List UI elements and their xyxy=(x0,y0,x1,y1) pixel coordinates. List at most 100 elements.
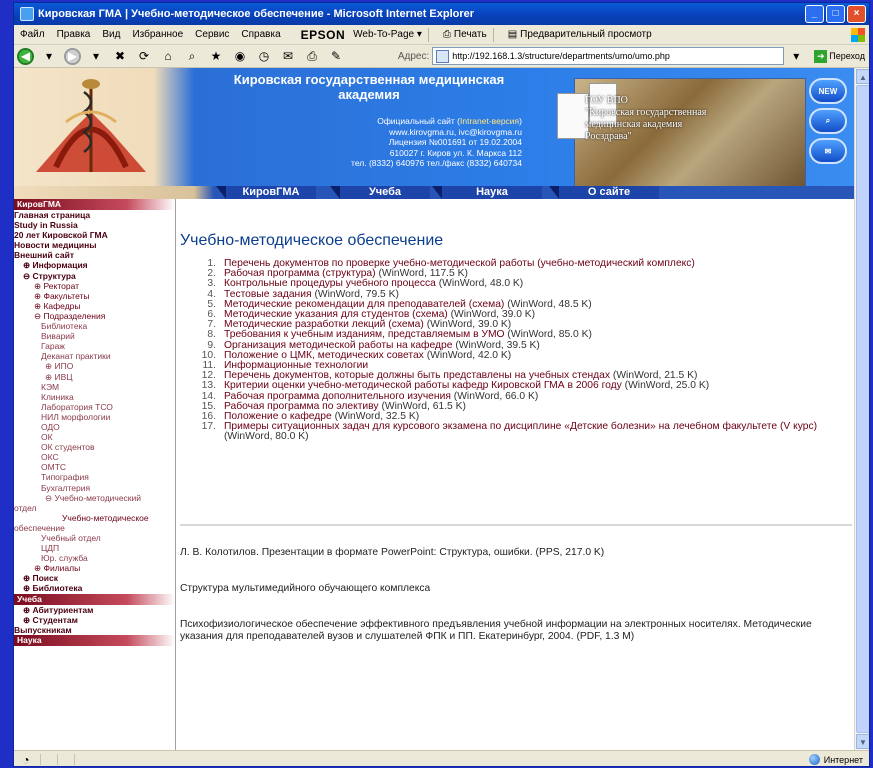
academy-logo-icon xyxy=(36,79,146,172)
menu-favorites[interactable]: Избранное xyxy=(132,29,183,40)
sidebar-item[interactable]: Библиотека xyxy=(14,321,175,331)
sidebar-item[interactable]: ОМТС xyxy=(14,462,175,472)
multimedia-structure-link[interactable]: Структура мультимедийного обучающего ком… xyxy=(180,583,854,595)
sidebar-item[interactable]: Study in Russia xyxy=(14,220,175,230)
scroll-up-icon[interactable]: ▲ xyxy=(856,69,869,84)
tab-study[interactable]: Учеба xyxy=(330,186,430,199)
page-icon xyxy=(436,49,450,63)
sidebar-item[interactable]: ⊕ ИВЦ xyxy=(14,372,175,382)
forward-button[interactable]: ▶ xyxy=(64,47,81,65)
sidebar-item[interactable]: КЭМ xyxy=(14,382,175,392)
sidebar-item[interactable]: Клиника xyxy=(14,392,175,402)
favorites-star-icon[interactable]: ★ xyxy=(207,47,225,65)
sidebar-item[interactable]: ⊖ Структура xyxy=(14,271,175,281)
history-icon[interactable]: ◷ xyxy=(255,47,273,65)
tab-kirovgma[interactable]: КировГМА xyxy=(216,186,316,199)
presentations-link[interactable]: Л. В. Колотилов. Презентации в формате P… xyxy=(180,547,854,559)
sidebar-item[interactable]: Виварий xyxy=(14,331,175,341)
back-dropdown-icon[interactable]: ▾ xyxy=(40,47,58,65)
sidebar-item[interactable]: ⊕ Поиск xyxy=(14,573,175,583)
tab-science[interactable]: Наука xyxy=(432,186,542,199)
mail-button[interactable]: ✉ xyxy=(809,138,847,164)
scroll-thumb[interactable] xyxy=(856,85,869,733)
document-number: 5. xyxy=(207,298,216,310)
site-banner: Кировская государственная медицинская ак… xyxy=(14,68,854,195)
sidebar-section-science[interactable]: Наука xyxy=(14,634,175,646)
maximize-button[interactable]: □ xyxy=(826,5,845,23)
sidebar-item[interactable]: Новости медицины xyxy=(14,240,175,250)
menu-tools[interactable]: Сервис xyxy=(195,29,229,40)
menu-edit[interactable]: Правка xyxy=(57,29,91,40)
sidebar-item[interactable]: ⊕ Абитуриентам xyxy=(14,605,175,615)
sidebar-item[interactable]: ⊕ ИПО xyxy=(14,361,175,371)
sidebar-item[interactable]: отдел xyxy=(14,503,175,513)
menu-help[interactable]: Справка xyxy=(241,29,280,40)
sidebar-item[interactable]: ⊕ Кафедры xyxy=(14,301,175,311)
sidebar-item[interactable]: Деканат практики xyxy=(14,351,175,361)
status-cell xyxy=(57,754,72,765)
sidebar-item[interactable]: Лаборатория ТСО xyxy=(14,402,175,412)
sidebar-item[interactable]: Гараж xyxy=(14,341,175,351)
sidebar-item[interactable]: ⊕ Студентам xyxy=(14,615,175,625)
sidebar-item[interactable]: Учебный отдел xyxy=(14,533,175,543)
sidebar-item[interactable]: Выпускникам xyxy=(14,625,175,635)
psychophysiology-link[interactable]: Психофизиологическое обеспечение эффекти… xyxy=(180,619,854,642)
sidebar-item[interactable]: ⊖ Учебно-методический xyxy=(14,493,175,503)
sidebar-item[interactable]: 20 лет Кировской ГМА xyxy=(14,230,175,240)
sidebar-item[interactable]: обеспечение xyxy=(14,523,175,533)
forward-dropdown-icon[interactable]: ▾ xyxy=(87,47,105,65)
vertical-scrollbar[interactable]: ▲ ▼ xyxy=(854,68,869,750)
media-icon[interactable]: ◉ xyxy=(231,47,249,65)
sidebar-section-kirovgma[interactable]: КировГМА xyxy=(14,199,175,210)
sidebar-item[interactable]: ⊖ Подразделения xyxy=(14,311,175,321)
back-button[interactable]: ◀ xyxy=(17,47,34,65)
mail-icon[interactable]: ✉ xyxy=(279,47,297,65)
minimize-button[interactable]: _ xyxy=(805,5,824,23)
sidebar-item[interactable]: ⊕ Факультеты xyxy=(14,291,175,301)
sidebar-item[interactable]: ОК студентов xyxy=(14,442,175,452)
sidebar-item[interactable]: ОК xyxy=(14,432,175,442)
search-icon[interactable]: ⌕ xyxy=(183,47,201,65)
tab-about[interactable]: О сайте xyxy=(549,186,659,199)
close-button[interactable]: × xyxy=(847,5,866,23)
tab-science-label: Наука xyxy=(476,186,508,198)
sidebar-section-study[interactable]: Учеба xyxy=(14,593,175,605)
official-site-line: Официальный сайт (Intranet-версия) xyxy=(304,116,522,127)
print-button[interactable]: ⎙ Печать xyxy=(443,29,487,40)
sidebar-item[interactable]: Типография xyxy=(14,472,175,482)
sidebar-item[interactable]: Учебно-методическое xyxy=(14,513,175,523)
new-button[interactable]: NEW xyxy=(809,78,847,104)
edit-icon[interactable]: ✎ xyxy=(327,47,345,65)
sidebar-item[interactable]: Внешний сайт xyxy=(14,250,175,260)
go-button[interactable]: ➔ Переход xyxy=(814,49,865,63)
status-bar: ◔ Интернет xyxy=(14,750,869,767)
sidebar-item[interactable]: ⊕ Ректорат xyxy=(14,281,175,291)
scroll-down-icon[interactable]: ▼ xyxy=(856,734,869,749)
sidebar-item[interactable]: ОДО xyxy=(14,422,175,432)
document-link[interactable]: Примеры ситуационных задач для курсового… xyxy=(224,421,817,432)
toolbar: ◀ ▾ ▶ ▾ ✖ ⟳ ⌂ ⌕ ★ ◉ ◷ ✉ ⎙ ✎ Адрес: http:… xyxy=(14,45,869,68)
menu-file[interactable]: Файл xyxy=(20,29,45,40)
search-button[interactable]: ⌕ xyxy=(809,108,847,134)
sidebar-item[interactable]: ⊕ Филиалы xyxy=(14,563,175,573)
document-file-info: (WinWord, 80.0 K) xyxy=(224,431,309,443)
web-to-page-button[interactable]: Web-To-Page ▾ xyxy=(353,29,422,40)
sidebar-item[interactable]: ОКС xyxy=(14,452,175,462)
refresh-icon[interactable]: ⟳ xyxy=(135,47,153,65)
home-icon[interactable]: ⌂ xyxy=(159,47,177,65)
sidebar-item[interactable]: Юр. служба xyxy=(14,553,175,563)
sidebar-item[interactable]: ⊕ Информация xyxy=(14,260,175,270)
address-dropdown-icon[interactable]: ▾ xyxy=(787,47,805,65)
sidebar-item[interactable]: ЦДП xyxy=(14,543,175,553)
address-field[interactable]: http://192.168.1.3/structure/departments… xyxy=(432,47,785,65)
status-page-icon: ◔ xyxy=(22,752,30,767)
menu-view[interactable]: Вид xyxy=(102,29,120,40)
sidebar-study-menu: ⊕ Абитуриентам ⊕ Студентам Выпускникам xyxy=(14,605,175,635)
print-preview-button[interactable]: ▤ Предварительный просмотр xyxy=(508,29,652,40)
sidebar-item[interactable]: Главная страница xyxy=(14,210,175,220)
sidebar-item[interactable]: НИЛ морфологии xyxy=(14,412,175,422)
sidebar-item[interactable]: Бухгалтерия xyxy=(14,483,175,493)
sidebar-item[interactable]: ⊕ Библиотека xyxy=(14,583,175,593)
stop-icon[interactable]: ✖ xyxy=(111,47,129,65)
print-icon[interactable]: ⎙ xyxy=(303,47,321,65)
